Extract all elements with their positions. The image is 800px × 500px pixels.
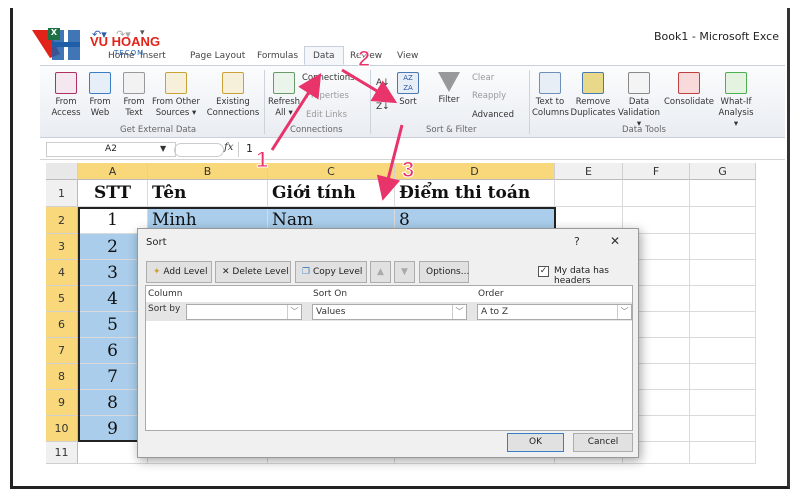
arrow-step-1 (270, 72, 322, 151)
step-2-label: 2 (358, 46, 370, 71)
step-3-label: 3 (402, 157, 414, 182)
step-1-label: 1 (256, 147, 268, 172)
arrow-step-3 (376, 124, 404, 201)
tutorial-annotations: 1 2 3 (256, 46, 415, 201)
arrow-step-2 (341, 68, 398, 104)
